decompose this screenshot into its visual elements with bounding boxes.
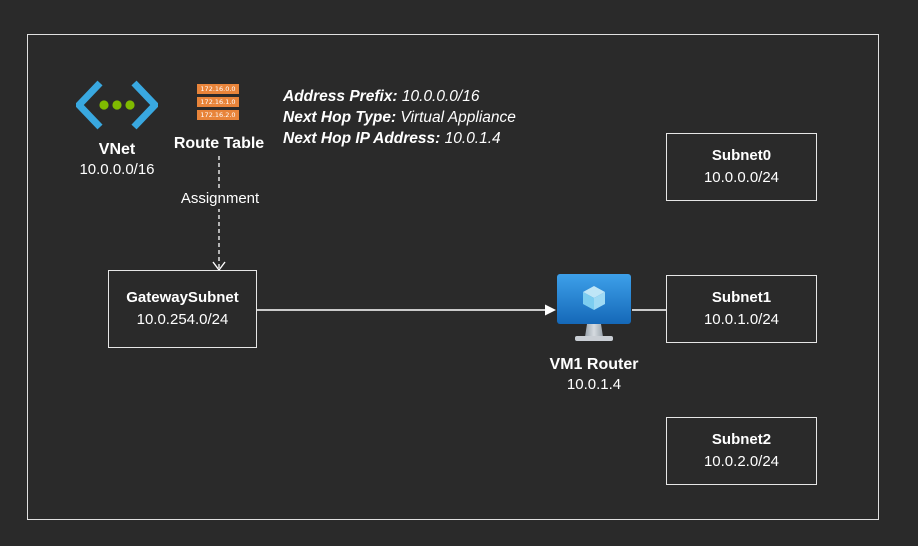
subnet-name: Subnet1 — [711, 289, 772, 306]
route-table-label: Route Table — [160, 134, 278, 154]
virtual-machine-icon[interactable] — [556, 273, 632, 345]
subnet1-box[interactable]: Subnet1 10.0.1.0/24 — [666, 275, 817, 343]
next-hop-type-label: Next Hop Type: — [283, 109, 397, 126]
next-hop-type-line: Next Hop Type: Virtual Appliance — [283, 107, 516, 128]
route-table-icon[interactable]: 172.16.0.0 172.16.1.0 172.16.2.0 — [197, 84, 239, 124]
vnet-icon[interactable] — [76, 80, 158, 130]
address-prefix-label: Address Prefix: — [283, 88, 398, 105]
router-name: VM1 Router — [549, 356, 639, 373]
subnet0-box[interactable]: Subnet0 10.0.0.0/24 — [666, 133, 817, 201]
gateway-subnet-cidr: 10.0.254.0/24 — [136, 311, 229, 328]
subnet-cidr: 10.0.1.0/24 — [703, 311, 780, 328]
next-hop-type-value: Virtual Appliance — [400, 109, 516, 126]
vnet-cidr: 10.0.0.0/16 — [79, 161, 155, 178]
route-table-icon-row: 172.16.1.0 — [197, 97, 239, 107]
router-label: VM1 Router 10.0.1.4 — [534, 355, 654, 395]
next-hop-ip-line: Next Hop IP Address: 10.0.1.4 — [283, 128, 516, 149]
route-table-icon-row: 172.16.2.0 — [197, 110, 239, 120]
route-table-name: Route Table — [173, 135, 265, 152]
subnet-cidr: 10.0.0.0/24 — [703, 169, 780, 186]
subnet-name: Subnet2 — [711, 431, 772, 448]
diagram-canvas: VNet 10.0.0.0/16 172.16.0.0 172.16.1.0 1… — [0, 0, 918, 546]
vnet-name: VNet — [98, 141, 136, 158]
subnet2-box[interactable]: Subnet2 10.0.2.0/24 — [666, 417, 817, 485]
next-hop-ip-label: Next Hop IP Address: — [283, 130, 441, 147]
assignment-label: Assignment — [165, 189, 275, 209]
address-prefix-value: 10.0.0.0/16 — [401, 88, 480, 105]
subnet-cidr: 10.0.2.0/24 — [703, 453, 780, 470]
vnet-label: VNet 10.0.0.0/16 — [67, 140, 167, 180]
route-details: Address Prefix: 10.0.0.0/16 Next Hop Typ… — [283, 86, 516, 149]
gateway-subnet-name: GatewaySubnet — [126, 289, 239, 306]
subnet-name: Subnet0 — [711, 147, 772, 164]
address-prefix-line: Address Prefix: 10.0.0.0/16 — [283, 86, 516, 107]
gateway-subnet-box[interactable]: GatewaySubnet 10.0.254.0/24 — [108, 270, 257, 348]
route-table-icon-row: 172.16.0.0 — [197, 84, 239, 94]
router-ip: 10.0.1.4 — [566, 376, 622, 393]
next-hop-ip-value: 10.0.1.4 — [444, 130, 501, 147]
